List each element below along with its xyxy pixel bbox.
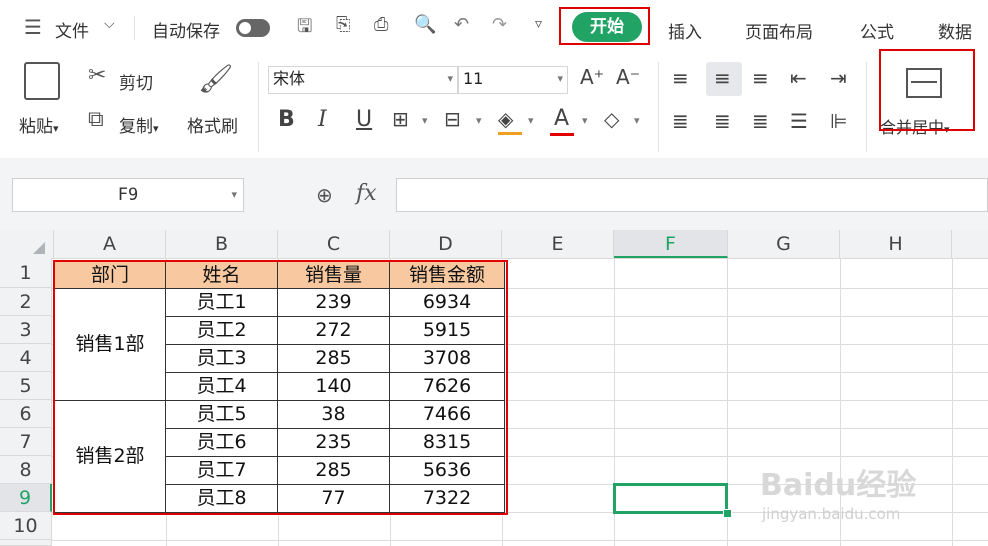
export-icon[interactable]: ⎘ (336, 14, 350, 35)
gridline (952, 258, 953, 546)
highlight-box-table (53, 260, 508, 515)
tab-data[interactable]: 数据 (938, 18, 972, 43)
chevron-down-icon[interactable]: ▾ (422, 114, 428, 127)
row-header-selected[interactable]: 9 (0, 484, 52, 512)
row-header[interactable] (0, 540, 52, 546)
fill-color-swatch (498, 132, 522, 135)
eraser-icon[interactable]: ◇ (604, 107, 619, 131)
align-bottom-icon[interactable]: ≡ (752, 66, 769, 90)
column-header-g[interactable]: G (728, 230, 840, 258)
increase-indent-icon[interactable]: ⇥ (830, 66, 847, 90)
menu-bar: ☰ 文件 ⌵ 自动保存 🖫 ⎘ ⎙ 🔍 ↶ ↷ ▿ 开始 插入 页面布局 公式 … (0, 0, 988, 56)
print-preview-icon[interactable]: 🔍 (414, 14, 436, 35)
row-header[interactable]: 4 (0, 344, 52, 372)
save-icon[interactable]: 🖫 (297, 14, 312, 44)
italic-button[interactable]: I (318, 107, 327, 132)
borders-icon[interactable]: ⊞ (392, 107, 409, 131)
cell-style-icon[interactable]: ⊟ (444, 107, 461, 131)
customize-dropdown-icon[interactable]: ▿ (535, 16, 542, 32)
justify-icon[interactable]: ☰ (790, 109, 808, 133)
autosave-label: 自动保存 (152, 22, 220, 42)
format-painter-button[interactable]: 格式刷 (187, 112, 238, 137)
menu-file[interactable]: 文件 (55, 17, 89, 42)
watermark-logo: Baidu经验 (760, 468, 917, 503)
copy-button[interactable]: 复制▾ (119, 112, 159, 137)
row-header[interactable]: 5 (0, 372, 52, 400)
zoom-search-icon[interactable]: ⊕ (316, 183, 333, 207)
scissors-icon[interactable]: ✂ (88, 63, 106, 88)
toggle-knob (239, 22, 251, 34)
column-header-f[interactable]: F (614, 230, 728, 258)
tab-formulas[interactable]: 公式 (860, 18, 894, 43)
row-header[interactable]: 10 (0, 512, 52, 540)
row-header[interactable]: 6 (0, 400, 52, 428)
font-size-select[interactable]: 11 ▾ (458, 66, 568, 94)
highlight-box-start-tab (559, 7, 650, 45)
align-middle-icon[interactable]: ≡ (714, 66, 731, 90)
name-box[interactable]: F9 ▾ (12, 178, 244, 212)
bold-button[interactable]: B (278, 107, 295, 132)
row-header[interactable]: 3 (0, 316, 52, 344)
font-color-swatch (550, 133, 574, 136)
highlight-box-merge-center (879, 49, 975, 131)
chevron-down-icon[interactable]: ▾ (634, 114, 640, 127)
align-left-icon[interactable]: ≣ (672, 109, 689, 133)
row-header[interactable]: 7 (0, 428, 52, 456)
font-color-button[interactable]: A (554, 106, 569, 131)
ribbon: 粘贴▾ ✂ 剪切 ⧉ 复制▾ 🖌 格式刷 宋体 ▾ 11 ▾ A⁺ A⁻ B I U… (0, 56, 988, 158)
increase-font-icon[interactable]: A⁺ (580, 65, 604, 89)
decrease-indent-icon[interactable]: ⇤ (790, 66, 807, 90)
chevron-down-icon[interactable]: ▾ (476, 114, 482, 127)
cut-button[interactable]: 剪切 (119, 69, 153, 94)
fill-color-icon[interactable]: ◈ (498, 107, 513, 131)
tab-page-layout[interactable]: 页面布局 (745, 18, 813, 43)
divider (134, 16, 135, 40)
align-top-icon[interactable]: ≡ (672, 66, 689, 90)
align-right-icon[interactable]: ≣ (752, 109, 769, 133)
selected-cell-f9[interactable] (613, 483, 728, 514)
column-header-e[interactable]: E (502, 230, 614, 258)
divider (866, 62, 867, 152)
decrease-font-icon[interactable]: A⁻ (616, 65, 640, 89)
row-header[interactable]: 2 (0, 288, 52, 316)
select-all-corner[interactable] (0, 230, 54, 258)
divider (658, 62, 659, 152)
fill-handle[interactable] (723, 509, 732, 518)
formula-input[interactable] (396, 178, 988, 212)
watermark-url: jingyan.baidu.com (762, 505, 901, 523)
format-painter-icon[interactable]: 🖌 (198, 62, 234, 95)
redo-icon[interactable]: ↷ (492, 14, 507, 35)
fx-button[interactable]: fx (356, 181, 377, 206)
undo-icon[interactable]: ↶ (454, 14, 469, 35)
divider (258, 62, 259, 152)
chevron-down-icon[interactable]: ⌵ (104, 16, 115, 32)
column-header-d[interactable]: D (390, 230, 502, 258)
paste-icon[interactable] (24, 62, 60, 100)
tab-insert[interactable]: 插入 (668, 18, 702, 43)
column-header-b[interactable]: B (166, 230, 278, 258)
distributed-icon[interactable]: ⊫ (830, 109, 847, 133)
autosave-toggle[interactable] (236, 19, 270, 37)
row-header[interactable]: 8 (0, 456, 52, 484)
align-center-icon[interactable]: ≣ (714, 109, 731, 133)
paste-button[interactable]: 粘贴▾ (19, 112, 59, 137)
gridline (52, 540, 988, 541)
chevron-down-icon[interactable]: ▾ (528, 114, 534, 127)
print-icon[interactable]: ⎙ (374, 14, 388, 35)
column-header-a[interactable]: A (54, 230, 166, 258)
row-header[interactable]: 1 (0, 258, 52, 288)
copy-icon[interactable]: ⧉ (88, 107, 104, 132)
column-header-h[interactable]: H (840, 230, 952, 258)
chevron-down-icon[interactable]: ▾ (582, 114, 588, 127)
column-header-bar: A B C D E F G H (0, 230, 988, 259)
font-name-select[interactable]: 宋体 ▾ (268, 66, 458, 94)
column-header-c[interactable]: C (278, 230, 390, 258)
underline-button[interactable]: U (356, 107, 372, 132)
hamburger-icon[interactable]: ☰ (24, 15, 42, 39)
